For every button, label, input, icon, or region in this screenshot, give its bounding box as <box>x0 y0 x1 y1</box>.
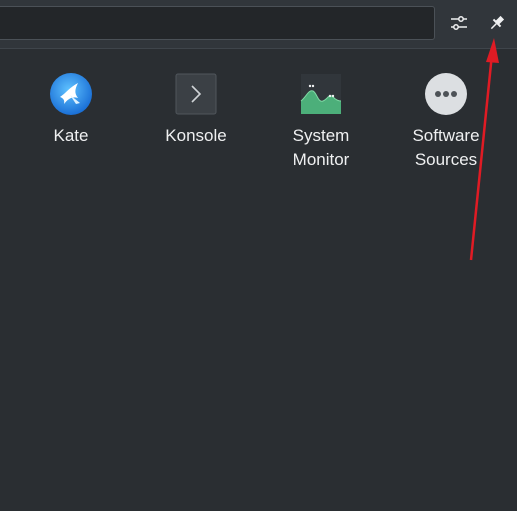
app-grid: Kate Konsole System Monitor Software Sou… <box>0 54 517 194</box>
sliders-icon <box>451 16 467 30</box>
app-label: Konsole <box>165 126 227 145</box>
app-kate[interactable]: Kate <box>16 54 126 184</box>
software-sources-icon <box>423 71 469 117</box>
search-field[interactable] <box>0 6 435 40</box>
app-label: Software Sources <box>412 126 480 169</box>
app-label: System Monitor <box>292 126 350 169</box>
launcher-header <box>0 0 517 49</box>
app-label: Kate <box>53 126 89 145</box>
kate-icon <box>48 71 94 117</box>
app-software-sources[interactable]: Software Sources <box>391 54 501 184</box>
configure-button[interactable] <box>446 10 472 36</box>
system-monitor-icon <box>298 71 344 117</box>
app-konsole[interactable]: Konsole <box>141 54 251 184</box>
konsole-icon <box>173 71 219 117</box>
app-system-monitor[interactable]: System Monitor <box>266 54 376 184</box>
pin-button[interactable] <box>484 10 510 36</box>
search-input[interactable] <box>0 7 434 39</box>
pin-icon <box>490 15 505 30</box>
